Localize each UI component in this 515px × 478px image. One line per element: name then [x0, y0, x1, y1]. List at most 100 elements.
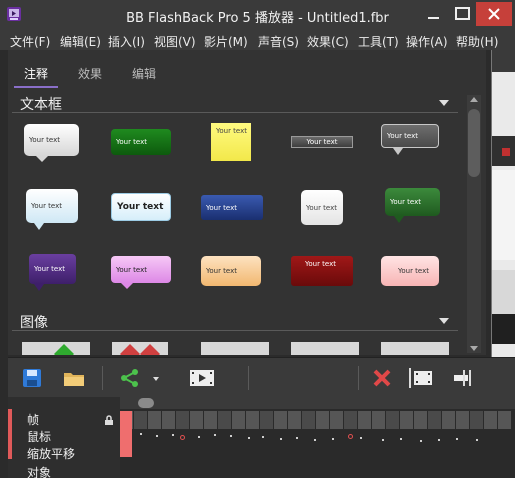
- collapse-caret-icon[interactable]: [438, 317, 450, 325]
- frame-cell[interactable]: [246, 411, 259, 429]
- scroll-down-icon[interactable]: [469, 345, 479, 353]
- frame-cell[interactable]: [134, 411, 147, 429]
- frame-cell[interactable]: [386, 411, 399, 429]
- menu-effects[interactable]: 效果(C): [307, 33, 349, 50]
- timeline-tracks[interactable]: [120, 397, 515, 478]
- track-label-zoom-pan[interactable]: 缩放平移: [27, 445, 75, 462]
- callout-label: Your text: [206, 203, 237, 212]
- menu-sound[interactable]: 声音(S): [258, 33, 299, 50]
- frame-cell[interactable]: [456, 411, 469, 429]
- trim-button[interactable]: [450, 366, 478, 390]
- menu-edit[interactable]: 编辑(E): [60, 33, 101, 50]
- frame-cell[interactable]: [274, 411, 287, 429]
- timeline-track-labels: 帧 鼠标 缩放平移 对象: [8, 397, 120, 478]
- frame-cell[interactable]: [218, 411, 231, 429]
- callout-light-blue-speech[interactable]: Your text: [26, 189, 78, 223]
- track-label-frames[interactable]: 帧: [27, 411, 39, 428]
- frame-cell[interactable]: [414, 411, 427, 429]
- section-divider: [12, 112, 458, 113]
- timeline-scrollbar[interactable]: [120, 397, 515, 409]
- menu-help[interactable]: 帮助(H): [456, 33, 498, 50]
- minimize-icon: [428, 17, 439, 19]
- timeline: 帧 鼠标 缩放平移 对象: [8, 397, 515, 478]
- play-button[interactable]: [188, 366, 216, 390]
- image-thumbnail[interactable]: [291, 342, 359, 355]
- active-tab-indicator: [14, 86, 58, 88]
- tab-effects[interactable]: 效果: [78, 65, 102, 82]
- menu-view[interactable]: 视图(V): [154, 33, 196, 50]
- frame-cell[interactable]: [260, 411, 273, 429]
- collapse-caret-icon[interactable]: [438, 99, 450, 107]
- frame-strip[interactable]: [120, 411, 515, 429]
- close-button[interactable]: [476, 2, 512, 26]
- callout-label: Your text: [34, 265, 65, 273]
- callout-tail: [34, 284, 44, 291]
- tab-annotate[interactable]: 注释: [24, 65, 48, 82]
- callout-pink-rounded[interactable]: Your text: [381, 256, 439, 286]
- frame-cell[interactable]: [358, 411, 371, 429]
- share-dropdown-button[interactable]: [150, 366, 162, 390]
- frame-cell[interactable]: [316, 411, 329, 429]
- tab-edit[interactable]: 编辑: [132, 65, 156, 82]
- section-title-textbox[interactable]: 文本框: [20, 94, 62, 114]
- callout-blue-rect[interactable]: Your text: [201, 195, 263, 220]
- frame-cell[interactable]: [232, 411, 245, 429]
- frame-cell[interactable]: [162, 411, 175, 429]
- frame-cell[interactable]: [344, 411, 357, 429]
- scroll-up-icon[interactable]: [469, 95, 479, 103]
- delete-button[interactable]: [370, 366, 394, 390]
- image-thumbnail[interactable]: [112, 342, 168, 355]
- frame-cell[interactable]: [204, 411, 217, 429]
- annotation-panel: 注释 效果 编辑 文本框 Your text Your text Your te…: [8, 50, 486, 355]
- maximize-button[interactable]: [448, 2, 478, 26]
- frame-cell[interactable]: [176, 411, 189, 429]
- callout-white-speech[interactable]: Your text: [24, 124, 79, 156]
- callout-peach-rounded[interactable]: Your text: [201, 256, 261, 286]
- save-button[interactable]: [20, 366, 44, 390]
- lock-icon[interactable]: [104, 415, 114, 425]
- frame-cell[interactable]: [330, 411, 343, 429]
- callout-light-blue-rounded[interactable]: Your text: [111, 193, 171, 221]
- frame-cell[interactable]: [288, 411, 301, 429]
- menu-file[interactable]: 文件(F): [10, 33, 50, 50]
- split-button[interactable]: [406, 366, 434, 390]
- callout-gray-speech[interactable]: Your text: [381, 124, 439, 148]
- track-label-mouse[interactable]: 鼠标: [27, 428, 51, 445]
- callout-red-rect[interactable]: Your text: [291, 256, 353, 286]
- frame-cell[interactable]: [442, 411, 455, 429]
- frame-cell[interactable]: [498, 411, 511, 429]
- image-thumbnail[interactable]: [22, 342, 90, 355]
- menu-insert[interactable]: 插入(I): [108, 33, 145, 50]
- frame-cell[interactable]: [470, 411, 483, 429]
- frame-cell[interactable]: [372, 411, 385, 429]
- menu-actions[interactable]: 操作(A): [406, 33, 448, 50]
- open-button[interactable]: [62, 366, 86, 390]
- scroll-thumb[interactable]: [468, 109, 480, 177]
- frame-cell[interactable]: [400, 411, 413, 429]
- callout-tail: [393, 148, 403, 155]
- image-thumbnail[interactable]: [381, 342, 449, 355]
- image-thumbnail[interactable]: [201, 342, 269, 355]
- frame-cell[interactable]: [484, 411, 497, 429]
- track-label-objects[interactable]: 对象: [27, 464, 51, 478]
- frame-cell[interactable]: [190, 411, 203, 429]
- frame-cell[interactable]: [428, 411, 441, 429]
- callout-yellow-sticky[interactable]: Your text: [211, 123, 251, 161]
- section-title-image[interactable]: 图像: [20, 312, 48, 332]
- share-button[interactable]: [118, 366, 142, 390]
- menu-tools[interactable]: 工具(T): [358, 33, 399, 50]
- timeline-scroll-thumb[interactable]: [138, 398, 154, 408]
- callout-white-rounded[interactable]: Your text: [301, 190, 343, 225]
- toolbar-separator: [358, 366, 359, 390]
- menu-movie[interactable]: 影片(M): [204, 33, 248, 50]
- callout-gray-bar[interactable]: Your text: [291, 136, 353, 148]
- frame-cell[interactable]: [148, 411, 161, 429]
- callout-pink-speech[interactable]: Your text: [111, 256, 171, 283]
- callout-purple-speech[interactable]: Your text: [29, 254, 76, 284]
- minimize-button[interactable]: [418, 2, 448, 26]
- panel-scrollbar[interactable]: [467, 95, 481, 353]
- callout-green-rounded[interactable]: Your text: [111, 129, 171, 155]
- callout-green-speech[interactable]: Your text: [385, 188, 440, 216]
- callout-label: Your text: [390, 198, 421, 206]
- frame-cell[interactable]: [302, 411, 315, 429]
